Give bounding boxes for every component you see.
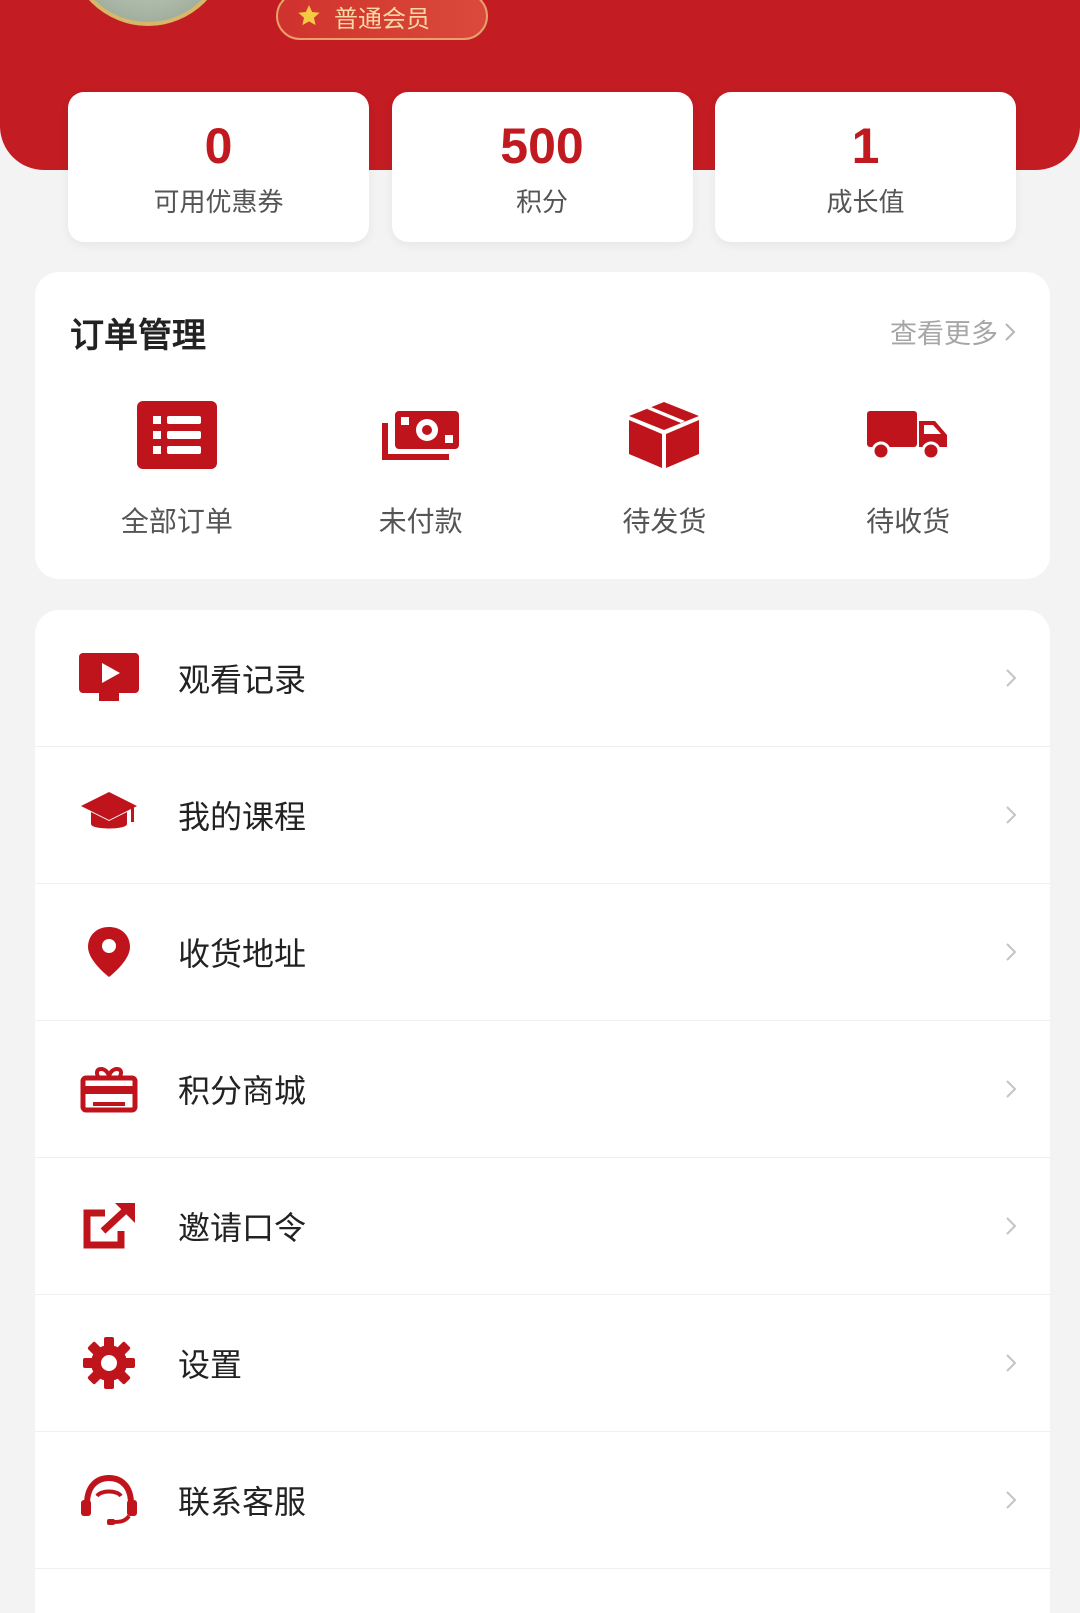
graduation-cap-icon: [77, 783, 141, 847]
order-status-row: 全部订单 未付款 待发货 待收货: [35, 400, 1050, 540]
menu-item-customer-service[interactable]: 联系客服: [35, 1432, 1050, 1569]
order-to-ship[interactable]: 待发货: [564, 400, 764, 540]
order-item-label: 未付款: [378, 505, 463, 538]
order-all[interactable]: 全部订单: [77, 400, 277, 540]
order-management-card: 订单管理 查看更多 全部订单 未付款 待发货 待收货: [35, 272, 1050, 579]
member-level-badge: 普通会员: [276, 0, 488, 40]
star-icon: [298, 5, 320, 26]
menu-item-shipping-address[interactable]: 收货地址: [35, 884, 1050, 1021]
stat-label: 可用优惠券: [153, 188, 284, 218]
chevron-right-icon: [1006, 1080, 1017, 1098]
menu-item-settings[interactable]: 设置: [35, 1295, 1050, 1432]
stat-growth[interactable]: 1 成长值: [715, 92, 1016, 242]
stat-points[interactable]: 500 积分: [391, 92, 693, 242]
stat-value: 500: [500, 118, 584, 174]
chevron-right-icon: [1006, 1491, 1017, 1509]
order-unpaid[interactable]: 未付款: [321, 400, 521, 540]
view-more-label: 查看更多: [890, 319, 998, 350]
chevron-right-icon: [1006, 1217, 1017, 1235]
stat-label: 成长值: [826, 188, 905, 218]
view-more-link[interactable]: 查看更多: [890, 312, 1016, 351]
location-pin-icon: [77, 920, 141, 984]
chevron-right-icon: [1006, 943, 1017, 961]
menu-label: 邀请口令: [178, 1209, 307, 1247]
menu-label: 收货地址: [178, 935, 307, 973]
gift-icon: [77, 1057, 141, 1121]
chevron-right-icon: [1006, 806, 1017, 824]
order-item-label: 全部订单: [120, 505, 233, 538]
chevron-right-icon: [1005, 322, 1016, 341]
stat-value: 1: [851, 118, 880, 174]
list-icon: [136, 400, 218, 470]
stat-label: 积分: [515, 188, 568, 218]
menu-item-watch-history[interactable]: 观看记录: [35, 610, 1050, 747]
truck-icon: [867, 400, 949, 470]
gear-icon: [77, 1331, 141, 1395]
menu-label: 联系客服: [178, 1483, 307, 1521]
order-item-label: 待发货: [622, 505, 707, 538]
menu-label: 我的课程: [178, 798, 307, 836]
member-level-label: 普通会员: [334, 4, 430, 33]
package-icon: [623, 400, 705, 470]
play-icon: [77, 646, 141, 710]
menu-item-invite-code[interactable]: 邀请口令: [35, 1158, 1050, 1295]
order-section-title: 订单管理: [70, 316, 206, 356]
menu-item-points-mall[interactable]: 积分商城: [35, 1021, 1050, 1158]
menu-label: 积分商城: [178, 1072, 307, 1110]
menu-label: 观看记录: [178, 661, 307, 699]
order-item-label: 待收货: [866, 505, 951, 538]
cash-icon: [380, 400, 462, 470]
share-icon: [77, 1194, 141, 1258]
menu-list: 观看记录 我的课程 收货地址 积分商城 邀请口令 设置 联系客服: [35, 610, 1050, 1613]
stats-row: 0 可用优惠券 500 积分 1 成长值: [68, 92, 1016, 242]
menu-item-my-courses[interactable]: 我的课程: [35, 747, 1050, 884]
order-to-receive[interactable]: 待收货: [808, 400, 1008, 540]
stat-coupons[interactable]: 0 可用优惠券: [68, 92, 369, 242]
menu-label: 设置: [178, 1346, 243, 1384]
stat-value: 0: [204, 118, 233, 174]
chevron-right-icon: [1006, 669, 1017, 687]
chevron-right-icon: [1006, 1354, 1017, 1372]
headset-icon: [77, 1468, 141, 1532]
